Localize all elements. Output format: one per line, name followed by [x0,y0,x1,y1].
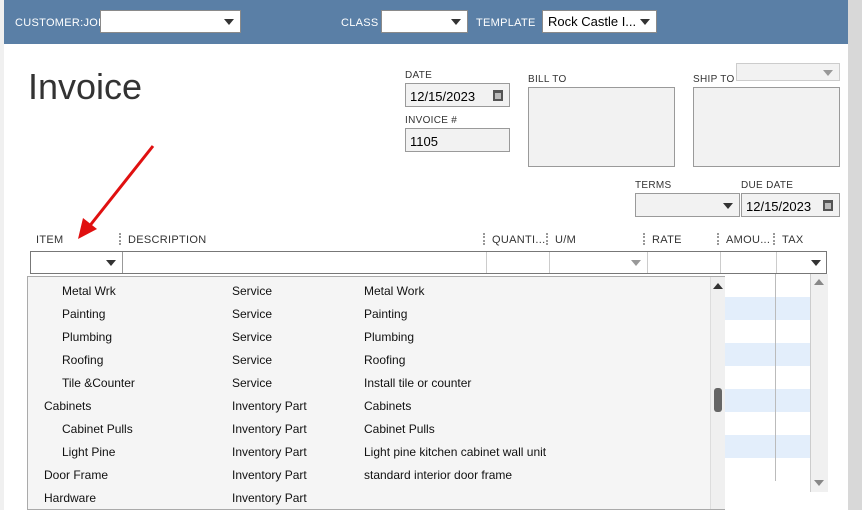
annotation-arrow [78,145,155,239]
